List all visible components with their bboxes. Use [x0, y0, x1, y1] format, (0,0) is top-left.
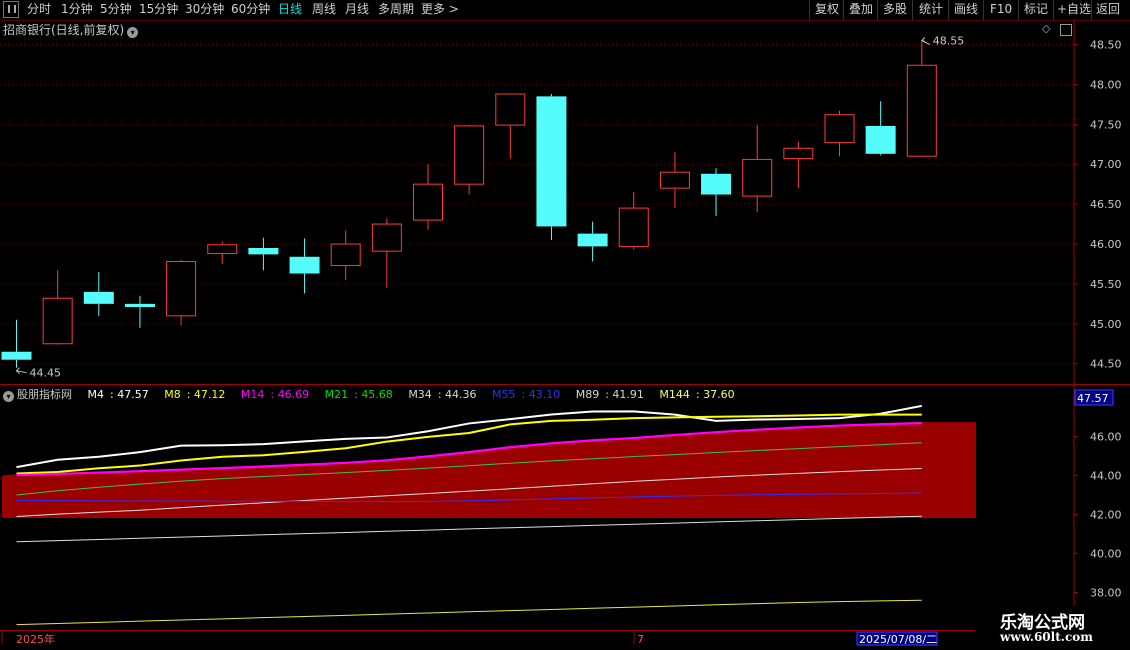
candle-body-down: [577, 233, 608, 247]
candle-body-up: [166, 261, 197, 317]
candle-body-down: [248, 247, 279, 255]
watermark-url: www.60lt.com: [1000, 630, 1093, 644]
candle-body-up: [906, 64, 937, 157]
candle-body-up: [42, 297, 73, 345]
candle-body-up: [659, 171, 690, 189]
indicator-tick-label: 42.00: [1090, 509, 1122, 522]
x-label-year: 2025年: [16, 632, 55, 646]
price-tick-label: 48.00: [1090, 78, 1122, 91]
x-label-month: 7: [637, 633, 644, 646]
candle-body-down: [865, 125, 896, 154]
candle-body-up: [495, 93, 526, 126]
price-tick-label: 45.00: [1090, 318, 1122, 331]
stock-chart[interactable]: 48.50 48.00 47.50 47.00 46.50 46.00 45.50 45.00…: [0, 0, 1130, 650]
candle-body-down: [124, 303, 155, 308]
min-price-label: 44.45: [30, 367, 62, 380]
candle-body-down: [1, 351, 32, 360]
max-price-arrow: [920, 37, 931, 45]
price-tick-label: 44.50: [1090, 358, 1122, 371]
candle-body-up: [742, 158, 773, 197]
price-tick-label: 45.50: [1090, 278, 1122, 291]
candle-body-down: [536, 96, 567, 227]
cursor-date-label: 2025/07/08/二: [859, 633, 937, 646]
candle-body-up: [454, 125, 485, 185]
price-tick-label: 48.50: [1090, 39, 1122, 52]
price-tick-label: 46.50: [1090, 198, 1122, 211]
series-line-m89: [16, 515, 922, 543]
candle-body-up: [207, 244, 238, 255]
min-price-arrow: [15, 367, 27, 375]
indicator-tick-label: 38.00: [1090, 587, 1122, 600]
series-line-m144: [16, 599, 922, 626]
candle-body-up: [824, 114, 855, 144]
current-value-label: 47.57: [1077, 392, 1109, 405]
candle-body-up: [413, 183, 443, 221]
price-tick-label: 46.00: [1090, 238, 1122, 251]
price-tick-label: 47.50: [1090, 118, 1122, 131]
indicator-tick-label: 40.00: [1090, 548, 1122, 561]
candle-body-up: [371, 223, 402, 252]
price-tick-label: 47.00: [1090, 158, 1122, 171]
candle-body-up: [783, 147, 814, 160]
indicator-tick-label: 46.00: [1090, 431, 1122, 444]
candle-body-down: [83, 291, 114, 304]
candle-body-up: [330, 243, 361, 267]
candle-body-down: [289, 256, 320, 274]
max-price-label: 48.55: [933, 35, 965, 48]
candle-body-up: [618, 207, 649, 247]
indicator-tick-label: 44.00: [1090, 470, 1122, 483]
candle-body-down: [701, 173, 732, 195]
